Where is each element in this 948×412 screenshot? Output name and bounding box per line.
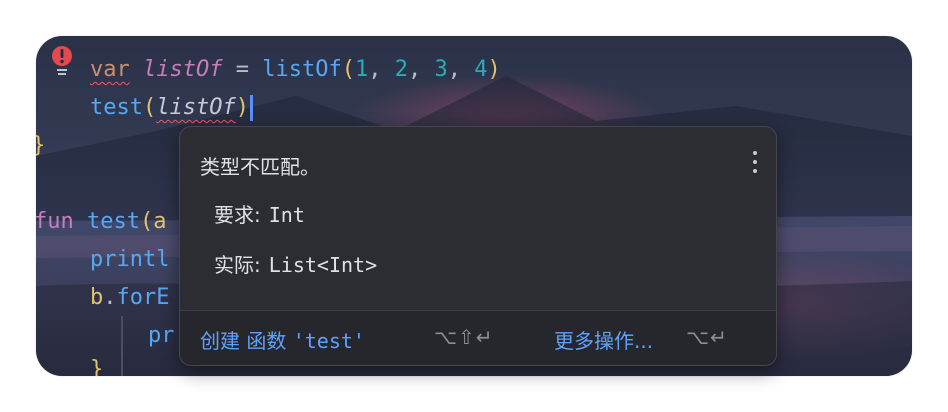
code-line-6[interactable]: b.forE — [90, 282, 169, 314]
create-function-shortcut: ⌥⇧↵ — [434, 325, 494, 349]
arg-separator: , — [407, 57, 435, 82]
function-name: test — [87, 209, 140, 234]
arg-number: 3 — [434, 57, 448, 82]
error-popup: 类型不匹配。 要求: Int 实际: List<Int> 创建 函数 'test' … — [179, 126, 777, 366]
more-vertical-icon[interactable] — [750, 147, 760, 177]
function-call: forE — [116, 285, 170, 310]
text-cursor — [249, 95, 253, 121]
indent-guide — [121, 316, 123, 376]
closing-brace: } — [36, 133, 45, 158]
object-name: b — [90, 285, 104, 310]
close-paren: ) — [235, 95, 249, 120]
keyword-var: var — [90, 57, 130, 82]
arg-number: 1 — [354, 57, 369, 82]
code-line-8[interactable]: } — [90, 354, 103, 376]
create-function-action[interactable]: 创建 函数 'test' — [200, 325, 365, 354]
required-value: Int — [268, 203, 305, 227]
arg-number: 4 — [474, 57, 488, 82]
open-paren: ( — [341, 57, 355, 82]
function-call: test — [90, 95, 143, 120]
required-type-row: 要求: Int — [214, 199, 305, 228]
popup-title: 类型不匹配。 — [200, 155, 320, 179]
arg-separator: , — [447, 57, 475, 82]
actual-value: List<Int> — [268, 253, 378, 277]
function-call: listOf — [262, 57, 342, 82]
code-line-4[interactable]: fun test(a — [36, 206, 166, 238]
dot: . — [103, 285, 117, 310]
create-function-label: 创建 函数 — [200, 329, 293, 353]
error-argument[interactable]: listOf — [156, 95, 235, 120]
function-call: pr — [148, 323, 175, 348]
create-function-name: 'test' — [292, 329, 365, 353]
function-call: printl — [90, 247, 170, 272]
code-line-2[interactable]: test(listOf) — [90, 92, 253, 124]
variable-name: listOf — [143, 57, 223, 82]
more-actions-link[interactable]: 更多操作... — [554, 325, 653, 354]
assign-operator: = — [222, 57, 263, 82]
code-line-3[interactable]: } — [36, 130, 45, 162]
code-line-5[interactable]: printl — [90, 244, 169, 276]
open-paren: ( — [142, 95, 157, 120]
arg-separator: , — [368, 57, 395, 82]
closing-brace: } — [90, 357, 104, 376]
close-paren: ) — [487, 57, 501, 82]
code-line-7[interactable]: pr — [148, 320, 175, 352]
code-line-1[interactable]: var listOf = listOf(1, 2, 3, 4) — [90, 54, 501, 86]
keyword-fun: fun — [36, 209, 74, 234]
required-label: 要求: — [214, 203, 261, 227]
arg-number: 2 — [394, 57, 408, 82]
actual-label: 实际: — [214, 253, 261, 277]
actual-type-row: 实际: List<Int> — [214, 249, 377, 278]
open-paren: ( — [139, 209, 154, 234]
popup-footer: 创建 函数 'test' ⌥⇧↵ 更多操作... ⌥↵ — [180, 310, 776, 365]
more-actions-shortcut: ⌥↵ — [686, 325, 728, 349]
param-partial: a — [153, 209, 167, 234]
